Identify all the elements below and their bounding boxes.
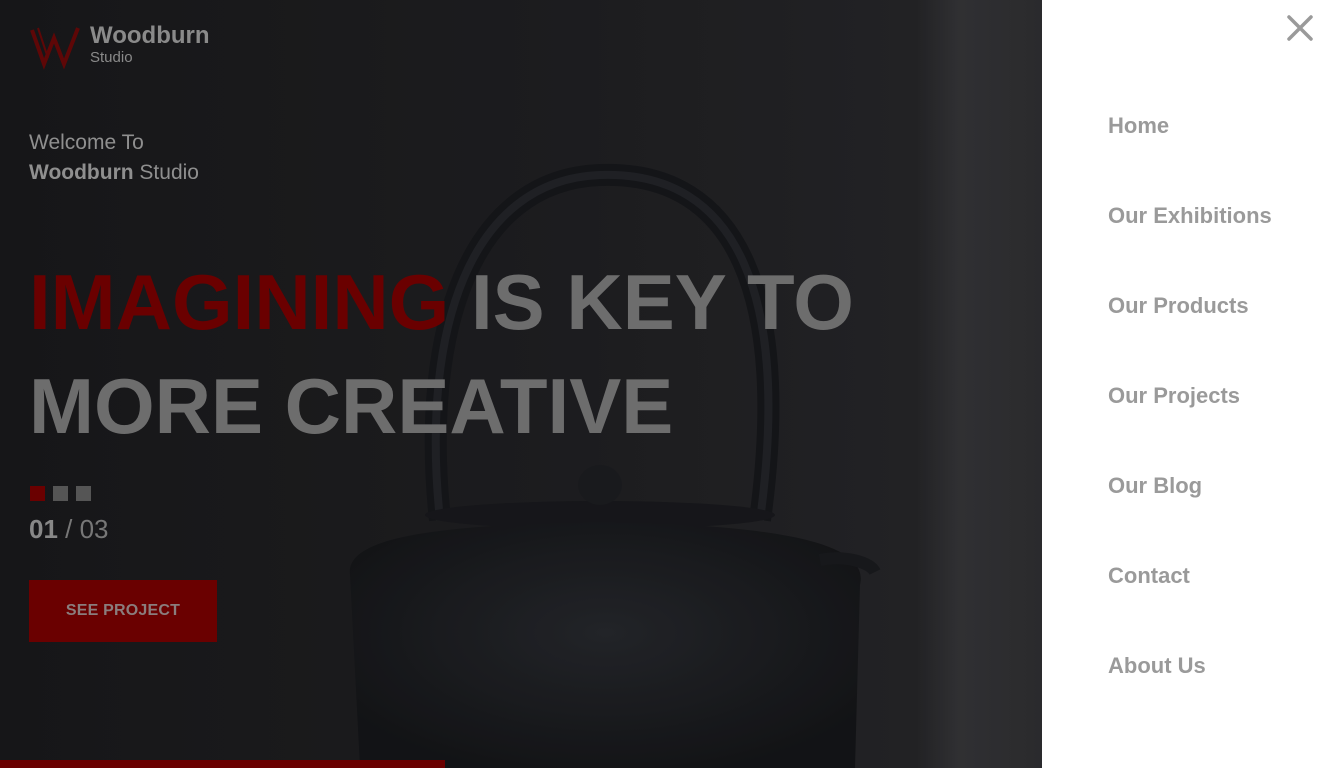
menu-item-home: Home <box>1108 113 1272 203</box>
menu-link-blog[interactable]: Our Blog <box>1108 473 1202 498</box>
slider-dot-1[interactable] <box>30 486 45 501</box>
menu-item-projects: Our Projects <box>1108 383 1272 473</box>
headline-line-1: IMAGINING IS KEY TO <box>29 250 854 354</box>
slider-dots <box>30 486 91 501</box>
headline-accent-word: IMAGINING <box>29 258 450 346</box>
menu-item-exhibitions: Our Exhibitions <box>1108 203 1272 293</box>
welcome-studio-line: Woodburn Studio <box>29 158 199 188</box>
welcome-line: Welcome To <box>29 131 144 154</box>
w-logo-icon <box>30 27 80 70</box>
menu-link-exhibitions[interactable]: Our Exhibitions <box>1108 203 1272 228</box>
headline-line-1-rest: IS KEY TO <box>449 258 854 346</box>
brand-logo[interactable]: Woodburn Studio <box>30 22 210 70</box>
menu-link-home[interactable]: Home <box>1108 113 1169 138</box>
welcome-brand-rest: Studio <box>133 161 199 184</box>
welcome-brand-bold: Woodburn <box>29 161 134 184</box>
slider-dot-3[interactable] <box>76 486 91 501</box>
slide-separator: / <box>57 514 80 544</box>
menu-link-about[interactable]: About Us <box>1108 653 1206 678</box>
menu-link-products[interactable]: Our Products <box>1108 293 1249 318</box>
brand-name: Woodburn <box>90 22 210 49</box>
see-project-button[interactable]: SEE PROJECT <box>29 580 217 642</box>
menu-item-blog: Our Blog <box>1108 473 1272 563</box>
menu-link-projects[interactable]: Our Projects <box>1108 383 1240 408</box>
menu-item-contact: Contact <box>1108 563 1272 653</box>
headline-line-2: MORE CREATIVE <box>29 362 674 450</box>
menu-link-contact[interactable]: Contact <box>1108 563 1190 588</box>
menu-item-products: Our Products <box>1108 293 1272 383</box>
menu-nav-list: Home Our Exhibitions Our Products Our Pr… <box>1108 113 1272 743</box>
hero-section: Woodburn Studio Welcome To Woodburn Stud… <box>0 0 1042 768</box>
slide-counter: 01 / 03 <box>29 512 109 546</box>
slider-dot-2[interactable] <box>53 486 68 501</box>
slide-progress-bar <box>0 760 445 768</box>
welcome-text: Welcome To Woodburn Studio <box>29 128 199 188</box>
hero-headline: IMAGINING IS KEY TO MORE CREATIVE <box>29 250 854 458</box>
slide-current: 01 <box>29 514 58 544</box>
close-icon[interactable] <box>1284 12 1316 44</box>
slide-total: 03 <box>79 514 109 544</box>
menu-item-about: About Us <box>1108 653 1272 743</box>
brand-subtitle: Studio <box>90 49 133 66</box>
side-menu: Home Our Exhibitions Our Products Our Pr… <box>1042 0 1336 768</box>
